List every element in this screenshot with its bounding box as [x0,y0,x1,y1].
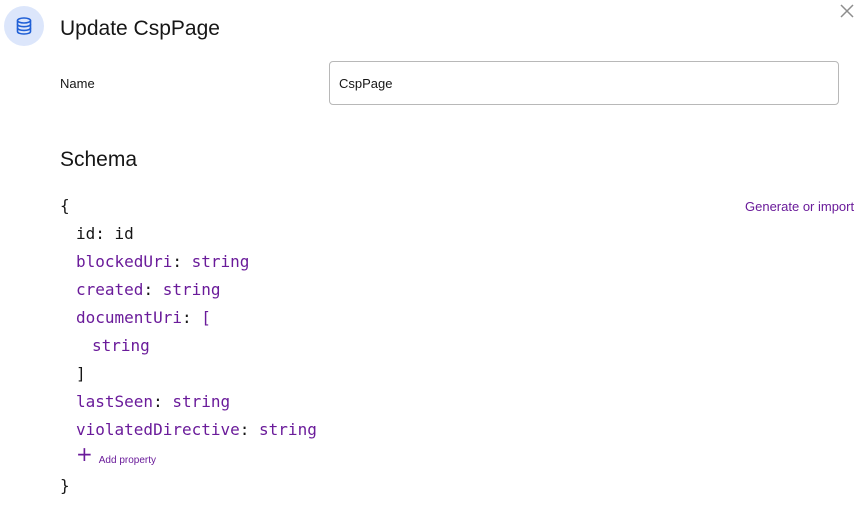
field-separator: : [143,280,163,299]
schema-open-brace: { [60,196,70,215]
field-separator: : [95,224,115,243]
field-separator: : [239,420,260,439]
dialog-title: Update CspPage [60,17,220,40]
schema-field-row[interactable]: blockedUri: string [60,248,317,276]
field-type[interactable]: string [259,420,317,439]
array-open-bracket[interactable]: [ [201,308,211,327]
field-separator: : [172,252,192,271]
schema-field-row[interactable]: violatedDirective: string [60,416,317,444]
database-icon [4,6,44,46]
field-separator: : [181,308,202,327]
field-type[interactable]: string [172,392,230,411]
update-model-dialog: Update CspPage Name Schema Generate or i… [0,0,857,508]
add-property-label: Add property [98,454,157,466]
field-key[interactable]: violatedDirective [76,420,240,439]
field-key[interactable]: id [76,224,95,243]
schema-editor: { id: id blockedUri: string created: str… [60,192,317,500]
field-type[interactable]: string [192,252,250,271]
schema-close-brace: } [60,476,70,495]
field-key[interactable]: blockedUri [76,252,172,271]
name-label: Name [60,76,95,91]
field-key[interactable]: lastSeen [76,392,153,411]
schema-field-row[interactable]: documentUri: [ [60,304,317,332]
array-item-type[interactable]: string [60,332,317,360]
field-key[interactable]: documentUri [76,308,182,327]
add-property-button[interactable]: + Add property [60,444,317,472]
plus-icon: + [76,442,93,466]
schema-field-row[interactable]: created: string [60,276,317,304]
array-close-bracket: ] [76,364,86,383]
schema-heading: Schema [60,148,138,171]
close-icon[interactable] [836,0,857,22]
field-key[interactable]: created [76,280,143,299]
schema-field-row[interactable]: id: id [60,220,317,248]
field-type[interactable]: id [115,224,134,243]
schema-field-row[interactable]: lastSeen: string [60,388,317,416]
field-separator: : [153,392,173,411]
name-input[interactable] [329,61,839,105]
generate-or-import-link[interactable]: Generate or import [745,199,854,215]
field-type[interactable]: string [163,280,221,299]
